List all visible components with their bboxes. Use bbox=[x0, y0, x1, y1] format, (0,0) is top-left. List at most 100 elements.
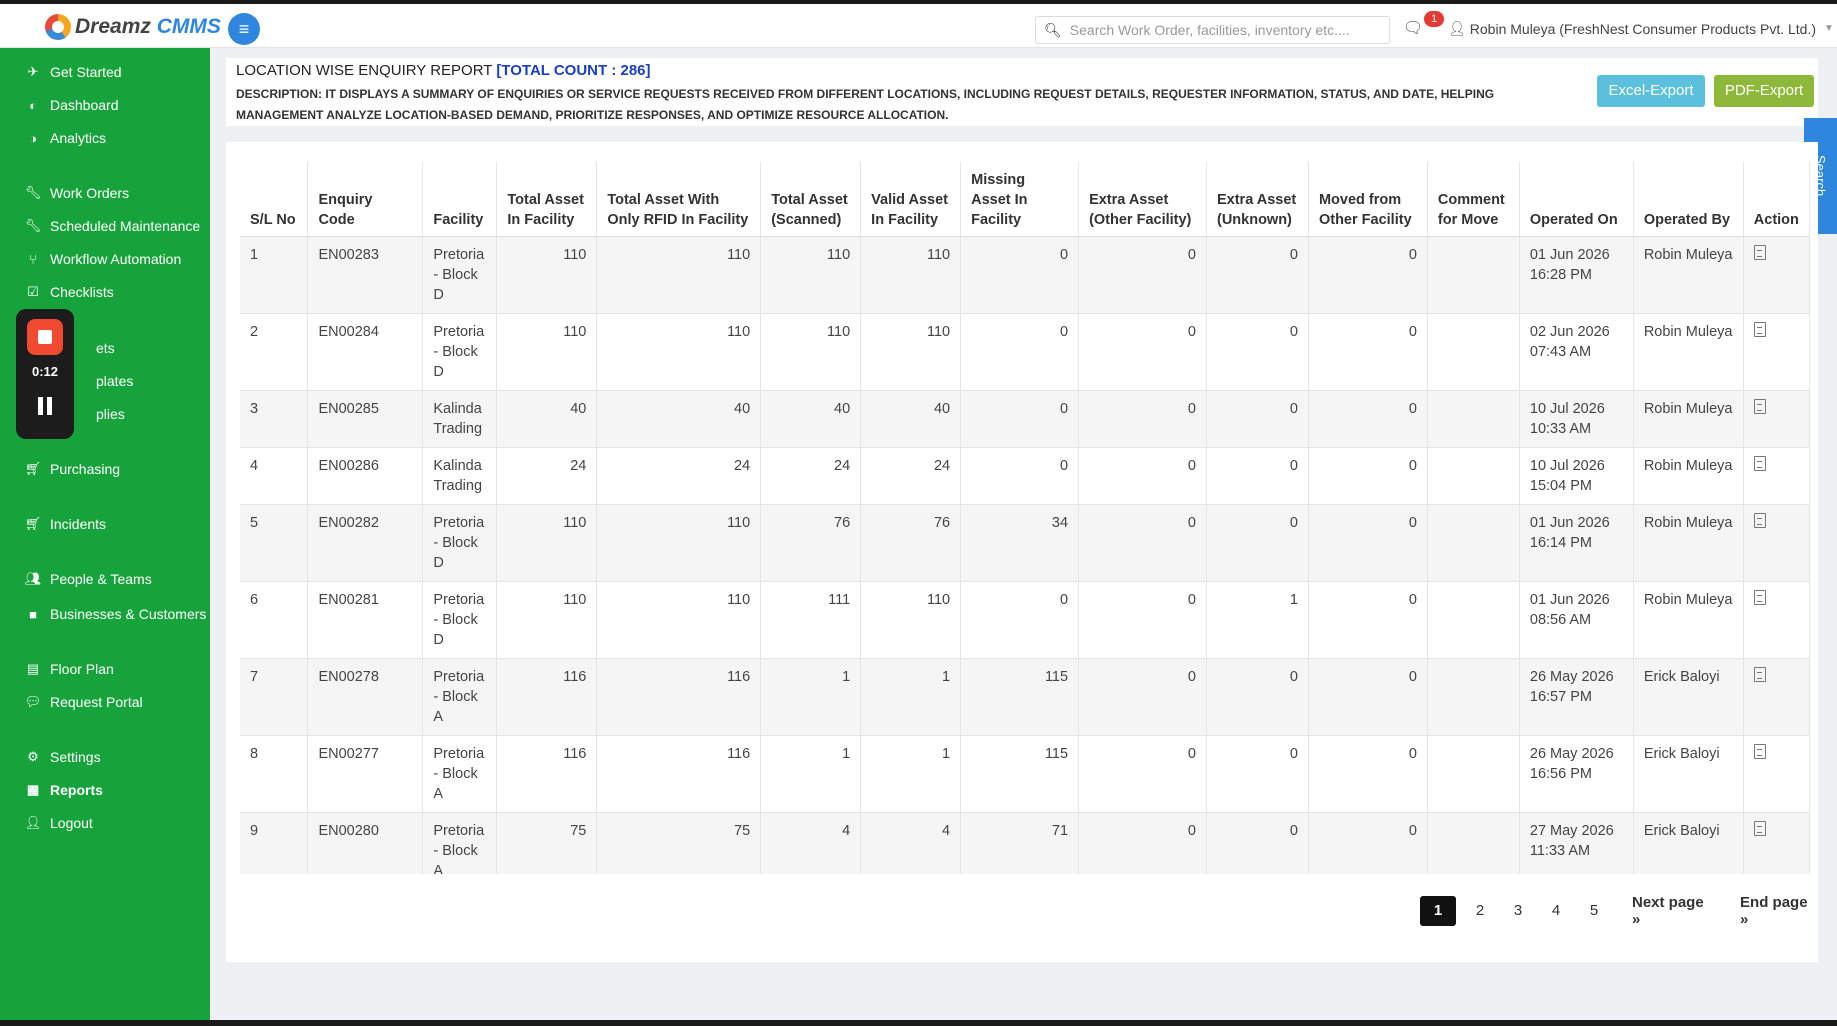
cell-missing: 115 bbox=[960, 735, 1080, 813]
cell-scanned: 24 bbox=[760, 447, 862, 505]
chat-icon[interactable]: 🗨 bbox=[1403, 18, 1423, 38]
col-header[interactable]: Operated On bbox=[1519, 162, 1634, 237]
cell-comment bbox=[1427, 504, 1520, 582]
report-description: DESCRIPTION: IT DISPLAYS A SUMMARY OF EN… bbox=[236, 87, 1495, 122]
cell-rfid: 110 bbox=[596, 504, 762, 582]
col-header[interactable]: Comment for Move bbox=[1427, 162, 1520, 237]
cell-comment bbox=[1427, 735, 1520, 813]
cell-by: Robin Muleya bbox=[1633, 236, 1744, 314]
end-page-link[interactable]: End page » bbox=[1740, 894, 1818, 928]
sidebar-item-settings[interactable]: ⚙ Settings bbox=[24, 749, 100, 765]
sidebar-item-logout[interactable]: 👤︎ Logout bbox=[24, 815, 93, 831]
top-navbar: Dreamz CMMS ≡ 🔍︎ 🗨 1 👤︎ Robin Muleya (Fr… bbox=[0, 4, 1837, 48]
page-button-current[interactable]: 1 bbox=[1420, 896, 1456, 926]
sidebar-item-get-started[interactable]: ✈ Get Started bbox=[24, 64, 122, 80]
cell-extra-unknown: 0 bbox=[1206, 313, 1309, 391]
sidebar-item-analytics[interactable]: ◑ Analytics bbox=[24, 130, 106, 146]
page-button[interactable]: 4 bbox=[1542, 896, 1570, 926]
cell-moved: 0 bbox=[1308, 658, 1428, 736]
sidebar-item-scheduled-maintenance[interactable]: 🔧︎ Scheduled Maintenance bbox=[24, 218, 201, 234]
stop-recording-icon[interactable] bbox=[27, 319, 63, 355]
view-document-icon[interactable] bbox=[1753, 590, 1766, 605]
sidebar-item-work-orders[interactable]: 🔧︎ Work Orders bbox=[24, 185, 129, 201]
sidebar-item-checklists[interactable]: ☑ Checklists bbox=[24, 284, 114, 300]
cell-valid: 1 bbox=[860, 735, 962, 813]
view-document-icon[interactable] bbox=[1753, 456, 1766, 471]
cell-action bbox=[1743, 504, 1810, 582]
cell-comment bbox=[1427, 447, 1520, 505]
col-header[interactable]: Total Asset With Only RFID In Facility bbox=[596, 162, 762, 237]
cell-by: Robin Muleya bbox=[1633, 390, 1744, 448]
sidebar-item-floor-plan[interactable]: ▤ Floor Plan bbox=[24, 661, 114, 677]
sidebar-item-reports[interactable]: ▦ Reports bbox=[24, 782, 103, 798]
cell-code: EN00286 bbox=[307, 447, 424, 505]
cell-valid: 40 bbox=[860, 390, 962, 448]
user-icon: 👤︎ bbox=[24, 815, 42, 830]
view-document-icon[interactable] bbox=[1753, 744, 1766, 759]
cell-by: Robin Muleya bbox=[1633, 447, 1744, 505]
view-document-icon[interactable] bbox=[1753, 667, 1766, 682]
cell-code: EN00285 bbox=[307, 390, 424, 448]
cell-facility: Kalinda Trading bbox=[422, 447, 498, 505]
global-search[interactable]: 🔍︎ bbox=[1035, 16, 1390, 44]
col-header[interactable]: Enquiry Code bbox=[307, 162, 424, 237]
gear-icon: ⚙ bbox=[27, 749, 39, 764]
cell-extra-unknown: 0 bbox=[1206, 390, 1309, 448]
cell-extra-other: 0 bbox=[1078, 236, 1207, 314]
col-header[interactable]: Total Asset (Scanned) bbox=[760, 162, 862, 237]
analytics-icon: ◑ bbox=[29, 130, 37, 146]
cell-comment bbox=[1427, 236, 1520, 314]
view-document-icon[interactable] bbox=[1753, 245, 1766, 260]
cell-missing: 0 bbox=[960, 581, 1080, 659]
view-document-icon[interactable] bbox=[1753, 322, 1766, 337]
cell-date: 01 Jun 2026 16:28 PM bbox=[1519, 236, 1634, 314]
col-header[interactable]: Extra Asset (Other Facility) bbox=[1078, 162, 1207, 237]
cell-missing: 115 bbox=[960, 658, 1080, 736]
excel-export-button[interactable]: Excel-Export bbox=[1597, 75, 1705, 107]
cell-extra-other: 0 bbox=[1078, 812, 1207, 874]
user-menu[interactable]: 👤︎ Robin Muleya (FreshNest Consumer Prod… bbox=[1448, 20, 1834, 37]
col-header[interactable]: Valid Asset In Facility bbox=[860, 162, 962, 237]
col-header[interactable]: Action bbox=[1743, 162, 1810, 237]
cell-missing: 71 bbox=[960, 812, 1080, 874]
sidebar-item-people-teams[interactable]: 👥︎ People & Teams bbox=[24, 571, 152, 587]
cell-by: Erick Baloyi bbox=[1633, 735, 1744, 813]
sidebar-item-workflow-automation[interactable]: ⑂ Workflow Automation bbox=[24, 251, 181, 267]
col-header[interactable]: Operated By bbox=[1633, 162, 1744, 237]
cell-rfid: 116 bbox=[596, 658, 762, 736]
hamburger-menu-icon[interactable]: ≡ bbox=[228, 13, 260, 45]
sidebar-item-request-portal[interactable]: 💬︎ Request Portal bbox=[24, 694, 143, 710]
app-logo[interactable]: Dreamz CMMS bbox=[45, 14, 221, 40]
col-header[interactable]: Moved from Other Facility bbox=[1308, 162, 1428, 237]
col-header[interactable]: Facility bbox=[422, 162, 498, 237]
view-document-icon[interactable] bbox=[1753, 399, 1766, 414]
col-header[interactable]: Missing Asset In Facility bbox=[960, 162, 1080, 237]
view-document-icon[interactable] bbox=[1753, 821, 1766, 836]
col-header[interactable]: Extra Asset (Unknown) bbox=[1206, 162, 1309, 237]
next-page-link[interactable]: Next page » bbox=[1632, 894, 1714, 928]
cell-comment bbox=[1427, 313, 1520, 391]
page-button[interactable]: 3 bbox=[1504, 896, 1532, 926]
cell-scanned: 110 bbox=[760, 236, 862, 314]
sidebar-item-purchasing[interactable]: 🛒︎ Purchasing bbox=[24, 461, 120, 477]
cell-code: EN00277 bbox=[307, 735, 424, 813]
col-header[interactable]: Total Asset In Facility bbox=[496, 162, 598, 237]
view-document-icon[interactable] bbox=[1753, 513, 1766, 528]
notification-badge[interactable]: 1 bbox=[1424, 11, 1444, 27]
cell-sl: 2 bbox=[240, 313, 309, 391]
sidebar-item-businesses-customers[interactable]: ■ Businesses & Customers bbox=[24, 606, 206, 622]
page-button[interactable]: 2 bbox=[1466, 896, 1494, 926]
report-header: LOCATION WISE ENQUIRY REPORT [TOTAL COUN… bbox=[226, 58, 1818, 126]
col-header[interactable]: S/L No bbox=[240, 162, 309, 237]
pdf-export-button[interactable]: PDF-Export bbox=[1714, 75, 1814, 107]
cell-facility: Pretoria - Block D bbox=[422, 236, 498, 314]
pause-icon[interactable] bbox=[37, 397, 53, 417]
sidebar-item-dashboard[interactable]: ◐ Dashboard bbox=[24, 97, 118, 113]
table-scroll-area[interactable]: S/L No Enquiry Code Facility Total Asset… bbox=[240, 162, 1810, 874]
search-icon: 🔍︎ bbox=[1044, 21, 1062, 38]
global-search-input[interactable] bbox=[1069, 22, 1380, 38]
page-button[interactable]: 5 bbox=[1580, 896, 1608, 926]
cell-total: 116 bbox=[496, 658, 598, 736]
cell-sl: 5 bbox=[240, 504, 309, 582]
sidebar-item-incidents[interactable]: 🛒︎ Incidents bbox=[24, 516, 106, 532]
